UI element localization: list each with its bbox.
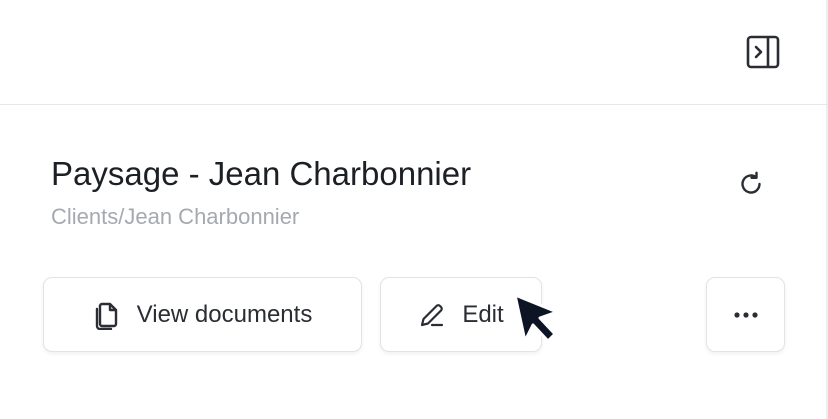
record-panel: Paysage - Jean Charbonnier Clients/Jean … bbox=[0, 0, 828, 419]
documents-icon bbox=[93, 300, 121, 330]
more-actions-button[interactable] bbox=[706, 277, 785, 352]
pencil-icon bbox=[418, 301, 446, 329]
collapse-panel-button[interactable] bbox=[742, 31, 784, 73]
edit-label: Edit bbox=[462, 300, 504, 328]
record-title: Paysage - Jean Charbonnier bbox=[51, 155, 472, 192]
refresh-button[interactable] bbox=[732, 165, 770, 203]
edit-button[interactable]: Edit bbox=[380, 277, 542, 352]
record-path: Clients/Jean Charbonnier bbox=[51, 204, 300, 229]
view-documents-button[interactable]: View documents bbox=[43, 277, 362, 352]
sidebar-collapse-icon bbox=[746, 35, 780, 69]
view-documents-label: View documents bbox=[136, 300, 313, 328]
panel-header bbox=[0, 0, 828, 105]
refresh-icon bbox=[741, 171, 761, 194]
more-horizontal-icon bbox=[733, 311, 758, 318]
